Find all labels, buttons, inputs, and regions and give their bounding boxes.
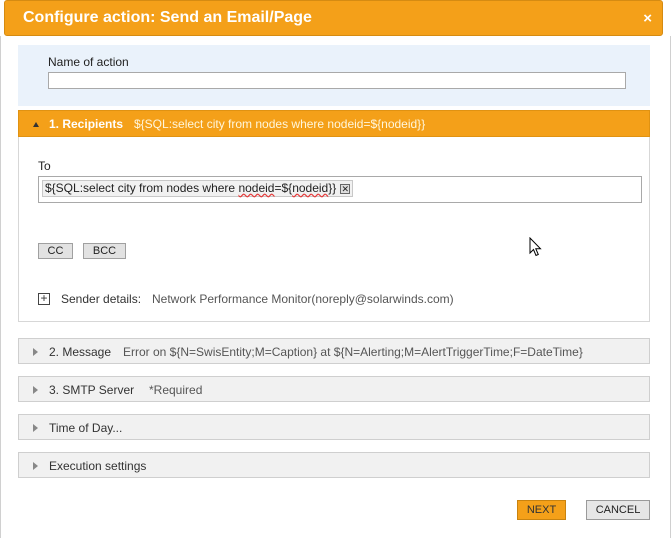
chip-text-nodeid: nodeid — [238, 181, 275, 195]
collapse-triangle-icon — [33, 122, 39, 127]
name-of-action-label: Name of action — [48, 55, 129, 69]
section-time-of-day-title: Time of Day... — [49, 421, 123, 435]
bcc-button[interactable]: BCC — [83, 243, 126, 259]
section-recipients-summary: ${SQL:select city from nodes where nodei… — [134, 117, 426, 131]
section-recipients-header[interactable]: 1. Recipients ${SQL:select city from nod… — [18, 110, 650, 137]
cc-button[interactable]: CC — [38, 243, 73, 259]
chip-text-eq: =${ — [274, 181, 293, 195]
sender-details-label: Sender details: — [61, 292, 142, 306]
section-execution-settings-header[interactable]: Execution settings — [18, 452, 650, 478]
chip-text-suffix: }} — [328, 181, 337, 195]
section-smtp-required: *Required — [149, 383, 203, 397]
section-message-header[interactable]: 2. Message Error on ${N=SwisEntity;M=Cap… — [18, 338, 650, 364]
sender-details-value: Network Performance Monitor(noreply@sola… — [152, 292, 454, 306]
section-execution-settings-title: Execution settings — [49, 459, 147, 473]
section-smtp-header[interactable]: 3. SMTP Server *Required — [18, 376, 650, 402]
section-time-of-day-header[interactable]: Time of Day... — [18, 414, 650, 440]
to-label: To — [38, 159, 51, 173]
dialog-title: Configure action: Send an Email/Page — [23, 9, 312, 26]
section-message-summary: Error on ${N=SwisEntity;M=Caption} at ${… — [123, 345, 583, 359]
section-message-title: 2. Message — [49, 345, 112, 359]
name-of-action-input[interactable] — [48, 72, 626, 89]
next-button[interactable]: NEXT — [517, 500, 566, 520]
expand-triangle-icon — [33, 462, 38, 470]
dialog-titlebar: Configure action: Send an Email/Page × — [4, 0, 663, 36]
chip-text-nodeid-2: nodeid — [292, 181, 329, 195]
chip-text-prefix: ${SQL:select city from nodes where — [45, 181, 239, 195]
expand-triangle-icon — [33, 386, 38, 394]
cancel-button[interactable]: CANCEL — [586, 500, 650, 520]
chip-remove-icon[interactable]: ✕ — [340, 183, 351, 194]
expand-triangle-icon — [33, 348, 38, 356]
close-icon[interactable]: × — [643, 10, 652, 27]
recipient-chip: ${SQL:select city from nodes where nodei… — [42, 180, 354, 197]
expand-triangle-icon — [33, 424, 38, 432]
expand-plus-icon[interactable]: + — [38, 292, 50, 305]
section-smtp-title: 3. SMTP Server — [49, 383, 135, 397]
section-recipients-title: 1. Recipients — [49, 117, 124, 131]
mouse-cursor-icon — [529, 237, 542, 257]
